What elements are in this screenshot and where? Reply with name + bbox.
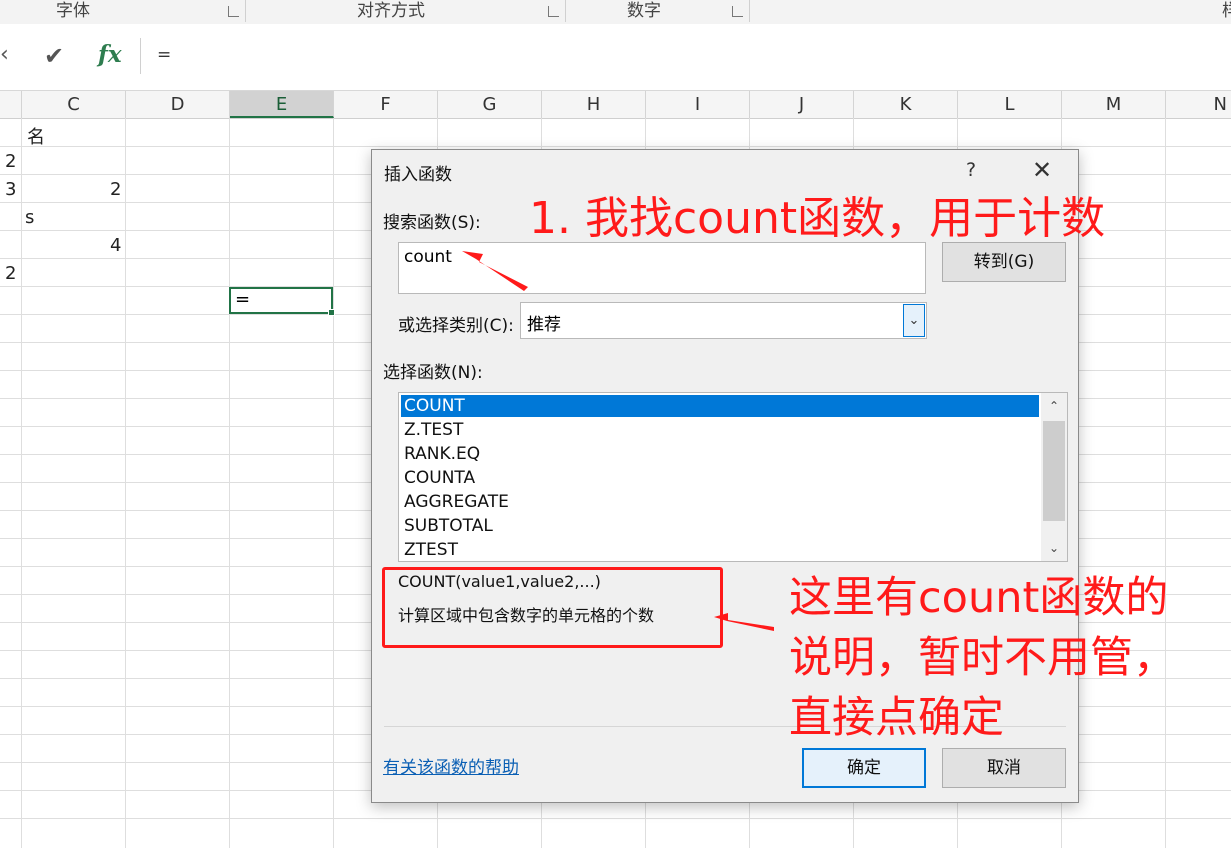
function-list-label: 选择函数(N):	[383, 363, 483, 383]
formula-input[interactable]: =	[140, 38, 1231, 74]
active-cell-E7[interactable]: =	[229, 287, 335, 316]
category-select[interactable]: 推荐 ⌄	[520, 302, 927, 339]
column-header-E[interactable]: E	[230, 91, 334, 118]
active-cell-content: =	[235, 289, 251, 310]
cell-C5[interactable]: 4	[110, 235, 121, 256]
check-icon[interactable]: ✔	[44, 42, 64, 70]
function-item-subtotal[interactable]: SUBTOTAL	[401, 515, 1039, 537]
cell-B6[interactable]: 2	[5, 263, 16, 284]
column-header-C[interactable]: C	[22, 91, 126, 118]
function-item-aggregate[interactable]: AGGREGATE	[401, 491, 1039, 513]
goto-button[interactable]: 转到(G)	[942, 242, 1066, 282]
search-function-label: 搜索函数(S):	[383, 213, 481, 233]
annotation-note-line-2: 说明，暂时不用管，	[789, 633, 1176, 683]
cell-B3[interactable]: 3	[5, 179, 16, 200]
annotation-note-line-3: 直接点确定	[789, 693, 1004, 743]
ribbon-group-labels: 字体 对齐方式 数字 样	[0, 0, 1231, 25]
ribbon-group-number: 数字	[627, 1, 661, 21]
ribbon-group-alignment: 对齐方式	[357, 1, 425, 21]
function-item-z-test[interactable]: Z.TEST	[401, 419, 1039, 441]
column-header-B[interactable]	[0, 91, 22, 118]
column-header-N[interactable]: N	[1166, 91, 1231, 118]
column-header-K[interactable]: K	[854, 91, 958, 118]
ribbon-group-font: 字体	[56, 1, 90, 21]
close-icon[interactable]: ✕	[1032, 156, 1052, 184]
column-header-L[interactable]: L	[958, 91, 1062, 118]
formula-content: =	[157, 45, 172, 65]
annotation-highlight-box	[382, 567, 723, 648]
column-header-F[interactable]: F	[334, 91, 438, 118]
column-header-M[interactable]: M	[1062, 91, 1166, 118]
column-header-D[interactable]: D	[126, 91, 230, 118]
fill-handle[interactable]	[328, 309, 335, 316]
ribbon-separator	[565, 0, 566, 22]
column-headers: C D E F G H I J K L M N	[0, 91, 1231, 119]
annotation-note: 这里有count函数的 说明，暂时不用管， 直接点确定	[789, 568, 1176, 748]
ribbon-group-styles: 样	[1222, 1, 1231, 21]
column-header-I[interactable]: I	[646, 91, 750, 118]
cell-C3[interactable]: 2	[110, 179, 121, 200]
ribbon-separator	[245, 0, 246, 22]
chevron-down-icon[interactable]: ⌄	[903, 304, 925, 337]
dialog-title: 插入函数	[384, 165, 452, 185]
ribbon-separator	[749, 0, 750, 22]
alignment-dialog-launcher-icon[interactable]	[548, 6, 559, 17]
ok-button[interactable]: 确定	[802, 748, 926, 788]
function-help-link[interactable]: 有关该函数的帮助	[383, 753, 519, 778]
cell-C1[interactable]: 名	[27, 123, 45, 149]
function-list-scrollbar[interactable]: ⌃ ⌄	[1041, 393, 1067, 561]
function-item-rank-eq[interactable]: RANK.EQ	[401, 443, 1039, 465]
annotation-note-line-1: 这里有count函数的	[789, 573, 1169, 623]
function-list[interactable]: COUNT Z.TEST RANK.EQ COUNTA AGGREGATE SU…	[398, 392, 1068, 562]
cancel-button[interactable]: 取消	[942, 748, 1066, 788]
help-icon[interactable]: ?	[966, 159, 976, 181]
scroll-up-icon[interactable]: ⌃	[1041, 395, 1067, 417]
insert-function-icon[interactable]: fx	[98, 41, 122, 68]
column-header-G[interactable]: G	[438, 91, 542, 118]
function-item-count[interactable]: COUNT	[401, 395, 1039, 417]
scroll-thumb[interactable]	[1043, 421, 1065, 521]
function-item-ztest[interactable]: ZTEST	[401, 539, 1039, 561]
category-label: 或选择类别(C):	[398, 316, 514, 336]
cell-C4[interactable]: s	[25, 207, 34, 228]
function-item-counta[interactable]: COUNTA	[401, 467, 1039, 489]
column-header-J[interactable]: J	[750, 91, 854, 118]
column-header-H[interactable]: H	[542, 91, 646, 118]
search-function-input[interactable]: count	[398, 242, 926, 294]
formula-bar: ‹ ✔ fx =	[0, 24, 1231, 91]
number-dialog-launcher-icon[interactable]	[732, 6, 743, 17]
annotation-step1: 1. 我找count函数，用于计数	[529, 193, 1106, 244]
cancel-entry-icon[interactable]: ‹	[0, 42, 9, 67]
font-dialog-launcher-icon[interactable]	[228, 6, 239, 17]
scroll-down-icon[interactable]: ⌄	[1041, 537, 1067, 559]
category-value: 推荐	[527, 315, 561, 335]
cell-B2[interactable]: 2	[5, 151, 16, 172]
